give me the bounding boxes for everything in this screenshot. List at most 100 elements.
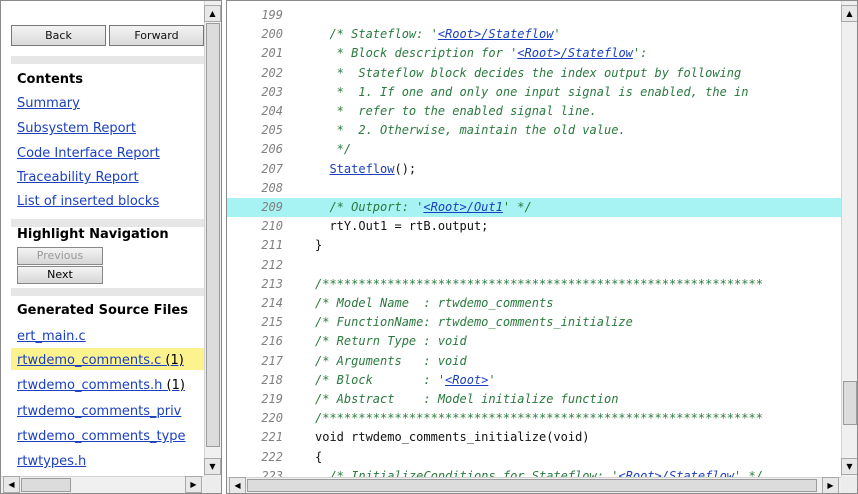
code-text: void rtwdemo_comments_initialize(void) <box>315 430 590 445</box>
scrollbar-corner <box>841 477 857 493</box>
line-number: 213 <box>261 276 283 291</box>
line-number: 209 <box>261 200 283 214</box>
left-vertical-scroll-thumb[interactable] <box>206 23 220 447</box>
code-link[interactable]: <Root>/Out1 <box>423 200 502 214</box>
code-line: 208 <box>227 179 841 198</box>
code-line: 223 /* InitializeConditions for Stateflo… <box>227 467 841 477</box>
line-number: 212 <box>261 257 283 272</box>
code-link[interactable]: <Root>/Stateflow <box>618 469 734 477</box>
code-text: /* Abstract : Model initialize function <box>315 392 619 406</box>
code-text: * refer to the enabled signal line. <box>315 104 597 118</box>
code-text: * Stateflow block decides the index outp… <box>315 65 742 80</box>
left-horizontal-scrollbar[interactable]: ◀ ▶ <box>1 476 204 493</box>
code-line: 219 /* Abstract : Model initialize functi… <box>227 390 841 409</box>
code-line: 221 void rtwdemo_comments_initialize(void… <box>227 428 841 447</box>
line-number: 223 <box>261 468 283 477</box>
scroll-right-icon[interactable]: ▶ <box>822 477 839 493</box>
left-vertical-scrollbar[interactable]: ▲ ▼ <box>204 1 221 476</box>
contents-link-code-interface-report[interactable]: Code Interface Report <box>17 146 160 161</box>
line-number: 204 <box>261 104 283 118</box>
contents-link-summary[interactable]: Summary <box>17 96 80 111</box>
line-number: 220 <box>261 411 283 426</box>
code-vertical-scrollbar[interactable]: ▲ ▼ <box>841 1 857 477</box>
code-horizontal-scrollbar[interactable]: ◀ ▶ <box>227 477 841 493</box>
code-text: /* Stateflow: '<Root>/Stateflow' <box>315 27 561 42</box>
line-number: 217 <box>261 353 283 368</box>
line-number: 218 <box>261 372 283 387</box>
file-link-rtwdemo-comments-private[interactable]: rtwdemo_comments_priv <box>17 404 181 419</box>
line-number: 216 <box>261 334 283 349</box>
left-horizontal-scroll-thumb[interactable] <box>21 478 71 492</box>
navigation-content: Back Forward Contents Summary Subsystem … <box>1 1 204 476</box>
line-number: 214 <box>261 296 283 310</box>
scroll-down-icon[interactable]: ▼ <box>204 458 221 475</box>
code-link[interactable]: <Root>/Stateflow <box>517 46 633 60</box>
code-text: /***************************************… <box>315 276 763 291</box>
code-line: 210 rtY.Out1 = rtB.output; <box>227 217 841 236</box>
code-line: 202 * Stateflow block decides the index … <box>227 64 841 83</box>
contents-link-traceability-report[interactable]: Traceability Report <box>17 170 139 185</box>
previous-highlight-button[interactable]: Previous <box>17 247 103 265</box>
code-text: Stateflow(); <box>329 161 417 176</box>
file-link-ert-main-c[interactable]: ert_main.c <box>17 329 86 344</box>
code-line: 200 /* Stateflow: '<Root>/Stateflow' <box>227 25 841 44</box>
contents-link-inserted-blocks[interactable]: List of inserted blocks <box>17 194 159 209</box>
code-line: 216 /* Return Type : void <box>227 332 841 351</box>
line-number: 219 <box>261 392 283 406</box>
code-line: 220 /************************************… <box>227 409 841 428</box>
forward-button[interactable]: Forward <box>109 25 204 46</box>
scroll-up-icon[interactable]: ▲ <box>204 5 221 22</box>
file-link-rtwdemo-comments-types[interactable]: rtwdemo_comments_type <box>17 429 186 444</box>
code-text: /* Outport: '<Root>/Out1' */ <box>315 200 532 214</box>
line-number: 215 <box>261 315 283 330</box>
code-text: /***************************************… <box>315 411 763 426</box>
line-number: 207 <box>261 161 283 176</box>
scroll-left-icon[interactable]: ◀ <box>229 477 246 493</box>
highlight-count: (1) <box>166 378 185 393</box>
scroll-down-icon[interactable]: ▼ <box>841 458 857 475</box>
code-line: 214 /* Model Name : rtwdemo_comments <box>227 294 841 313</box>
line-number: 211 <box>261 238 283 253</box>
code-vertical-scroll-thumb[interactable] <box>843 381 857 425</box>
line-number: 221 <box>261 430 283 445</box>
code-link[interactable]: <Root>/Stateflow <box>438 27 554 41</box>
code-line: 211} <box>227 236 841 255</box>
code-line: 206 */ <box>227 140 841 159</box>
code-view-frame: 199 200 /* Stateflow: '<Root>/Stateflow' 2… <box>226 0 858 494</box>
line-number: 203 <box>261 84 283 99</box>
code-horizontal-scroll-thumb[interactable] <box>247 479 817 492</box>
code-line: 222 { <box>227 448 841 467</box>
code-line: 201 * Block description for '<Root>/Stat… <box>227 44 841 63</box>
separator <box>11 288 204 296</box>
code-line: 203 * 1. If one and only one input signa… <box>227 83 841 102</box>
code-line: 207 Stateflow(); <box>227 160 841 179</box>
code-line: 212 <box>227 256 841 275</box>
scroll-up-icon[interactable]: ▲ <box>841 5 857 22</box>
code-line: 213 /************************************… <box>227 275 841 294</box>
line-number: 201 <box>261 46 283 61</box>
source-files-title: Generated Source Files <box>17 303 188 318</box>
highlighted-code-line: 209 /* Outport: '<Root>/Out1' */ <box>227 198 841 217</box>
history-toolbar: Back Forward <box>11 25 204 49</box>
scroll-right-icon[interactable]: ▶ <box>185 476 202 493</box>
file-link-rtwdemo-comments-c[interactable]: rtwdemo_comments.c (1) <box>17 353 184 368</box>
back-button[interactable]: Back <box>11 25 106 46</box>
line-number: 210 <box>261 219 283 234</box>
line-number: 200 <box>261 27 283 42</box>
code-link[interactable]: Stateflow <box>329 162 394 176</box>
scroll-left-icon[interactable]: ◀ <box>3 476 20 493</box>
line-number: 199 <box>261 8 283 22</box>
code-text: * 2. Otherwise, maintain the old value. <box>315 123 626 138</box>
contents-link-subsystem-report[interactable]: Subsystem Report <box>17 121 136 136</box>
next-highlight-button[interactable]: Next <box>17 266 103 284</box>
scrollbar-corner <box>204 476 221 493</box>
file-name: rtwdemo_comments.c <box>17 353 162 368</box>
file-link-rtwdemo-comments-h[interactable]: rtwdemo_comments.h (1) <box>17 378 185 393</box>
code-text: * 1. If one and only one input signal is… <box>315 84 749 99</box>
file-link-rtwtypes-h[interactable]: rtwtypes.h <box>17 454 86 469</box>
code-link[interactable]: <Root> <box>445 373 488 387</box>
code-line: 217 /* Arguments : void <box>227 352 841 371</box>
line-number: 206 <box>261 142 283 157</box>
code-listing: 199 200 /* Stateflow: '<Root>/Stateflow' 2… <box>227 1 841 477</box>
code-text: /* Arguments : void <box>315 353 467 368</box>
